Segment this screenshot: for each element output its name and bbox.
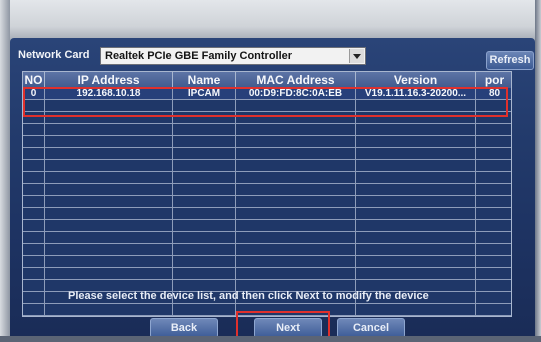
table-row[interactable] (23, 268, 511, 280)
instruction-text: Please select the device list, and then … (68, 290, 429, 302)
highlight-selected-row (23, 87, 508, 117)
back-button[interactable]: Back (150, 318, 218, 338)
column-header-port: por (484, 73, 505, 87)
table-row[interactable] (23, 124, 511, 136)
column-divider (475, 88, 476, 316)
table-row[interactable] (23, 220, 511, 232)
table-row[interactable] (23, 232, 511, 244)
table-row[interactable] (23, 172, 511, 184)
network-card-select[interactable]: Realtek PCIe GBE Family Controller (100, 47, 366, 65)
column-divider (235, 88, 236, 316)
column-header-mac: MAC Address (236, 72, 356, 88)
column-divider (355, 88, 356, 316)
table-row[interactable] (23, 184, 511, 196)
column-header-no: NO (23, 72, 45, 88)
column-divider (44, 88, 45, 316)
monitor-bezel-bottom (0, 336, 541, 342)
table-row[interactable] (23, 160, 511, 172)
column-header-name: Name (173, 72, 236, 88)
network-card-label: Network Card (18, 49, 90, 61)
table-row[interactable] (23, 136, 511, 148)
column-header-ip: IP Address (45, 72, 173, 88)
chevron-down-icon[interactable] (349, 49, 364, 63)
monitor-bezel-right (535, 0, 541, 342)
table-row[interactable] (23, 208, 511, 220)
network-card-value: Realtek PCIe GBE Family Controller (105, 50, 293, 62)
column-header-version: Version (356, 72, 476, 88)
table-header: NO IP Address Name MAC Address Version p… (23, 72, 511, 88)
monitor-bezel-left (0, 0, 10, 342)
column-divider (172, 88, 173, 316)
cancel-button[interactable]: Cancel (337, 318, 405, 338)
device-search-dialog: Network Card Realtek PCIe GBE Family Con… (10, 38, 535, 338)
table-row[interactable] (23, 244, 511, 256)
table-row[interactable] (23, 256, 511, 268)
table-row[interactable] (23, 196, 511, 208)
table-row[interactable] (23, 148, 511, 160)
refresh-button[interactable]: Refresh (486, 51, 534, 70)
